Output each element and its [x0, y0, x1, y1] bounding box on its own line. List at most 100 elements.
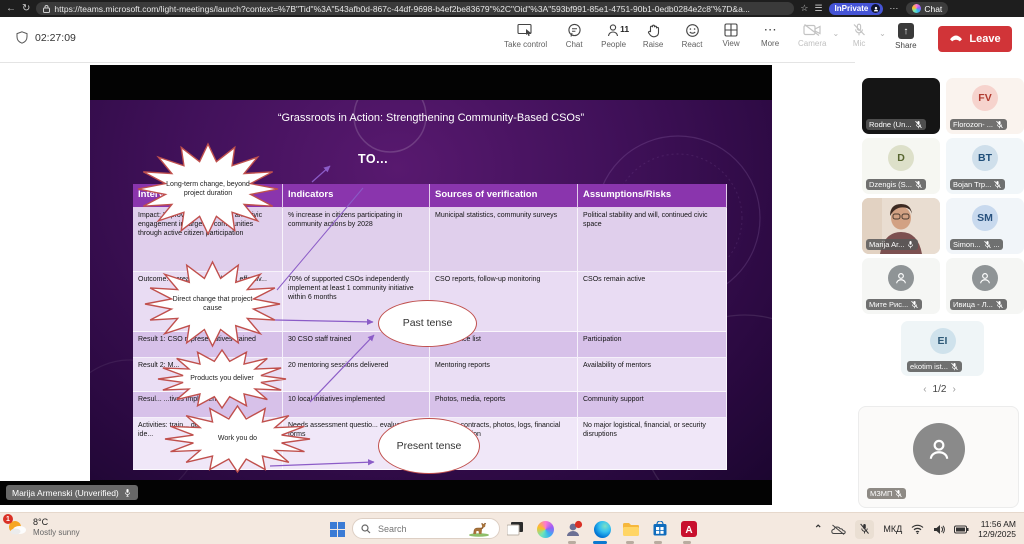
edge-icon[interactable]: [591, 518, 613, 540]
svg-text:A: A: [685, 525, 692, 536]
mic-on-icon: [123, 488, 132, 497]
leave-button[interactable]: Leave: [938, 26, 1012, 52]
callout-starburst: Products you deliver: [158, 350, 286, 408]
raise-hand-icon: [647, 23, 660, 38]
avatar: BT: [972, 145, 998, 171]
copilot-icon: [912, 4, 921, 13]
participant-tile[interactable]: BT Bojan Trp...: [946, 138, 1024, 194]
wifi-icon[interactable]: [911, 524, 924, 534]
shield-icon: [16, 31, 28, 44]
take-control-button[interactable]: Take control: [504, 23, 547, 49]
person-avatar-icon: [972, 265, 998, 291]
camera-options-chevron-icon[interactable]: ⌄: [832, 29, 839, 38]
take-control-icon: [517, 23, 534, 38]
callout-oval-present-tense: Present tense: [378, 418, 480, 474]
page-prev-icon[interactable]: ‹: [917, 384, 932, 395]
windows-taskbar: 1 8°C Mostly sunny A ⌃: [0, 512, 1024, 544]
mic-off-icon: [852, 23, 866, 37]
battery-icon[interactable]: [954, 525, 969, 534]
file-explorer-icon[interactable]: [620, 518, 642, 540]
favorite-star-icon[interactable]: ☆: [800, 3, 808, 14]
raise-hand-button[interactable]: Raise: [641, 23, 665, 49]
start-button[interactable]: [326, 518, 348, 540]
back-icon[interactable]: ←: [6, 0, 16, 17]
avatar: FV: [972, 85, 998, 111]
tray-mic-muted-icon[interactable]: [855, 520, 874, 539]
person-avatar-icon: [888, 265, 914, 291]
chat-button[interactable]: Chat: [562, 23, 586, 49]
profile-avatar-icon: [871, 4, 880, 13]
onedrive-paused-icon[interactable]: [831, 524, 846, 535]
active-app-indicator: [593, 541, 607, 544]
refresh-icon[interactable]: ↻: [22, 0, 30, 17]
search-input[interactable]: [376, 523, 460, 535]
mic-off-icon: [910, 300, 919, 309]
participant-tile[interactable]: D Dzengis (S...: [862, 138, 940, 194]
app-running-indicator: [654, 541, 662, 544]
address-bar[interactable]: https://teams.microsoft.com/light-meetin…: [36, 2, 794, 15]
copilot-icon[interactable]: [534, 518, 556, 540]
react-button[interactable]: React: [680, 23, 704, 49]
share-icon: ↑: [898, 23, 914, 39]
acrobat-icon[interactable]: A: [678, 518, 700, 540]
participant-tile[interactable]: Ивица - Л...: [946, 258, 1024, 314]
inprivate-badge[interactable]: InPrivate: [829, 3, 884, 15]
mic-off-icon: [983, 240, 992, 249]
microsoft-store-icon[interactable]: [649, 518, 671, 540]
mic-off-icon: [914, 120, 923, 129]
people-icon: [607, 23, 621, 38]
participant-tile-video[interactable]: Marija Ar...: [862, 198, 940, 254]
chat-icon: [567, 23, 582, 38]
tile-more-options-icon[interactable]: ...: [994, 240, 1000, 249]
browser-menu-icon[interactable]: ⋯: [889, 3, 898, 14]
react-smiley-icon: [685, 23, 700, 38]
participant-tile[interactable]: Мите Рис...: [862, 258, 940, 314]
mic-button[interactable]: Mic: [845, 23, 873, 48]
mic-off-icon: [894, 489, 903, 498]
camera-button[interactable]: Camera: [798, 23, 826, 48]
mic-options-chevron-icon[interactable]: ⌄: [879, 29, 886, 38]
spotlight-participant-tile[interactable]: МЗМП: [858, 406, 1019, 508]
tray-clock[interactable]: 11:56 AM 12/9/2025: [978, 519, 1016, 539]
weather-description: Mostly sunny: [33, 528, 80, 537]
tray-expand-chevron-icon[interactable]: ⌃: [814, 524, 822, 535]
share-button[interactable]: ↑ Share: [892, 23, 920, 50]
weather-icon: 1: [6, 516, 28, 538]
mic-off-icon: [993, 180, 1002, 189]
teams-icon[interactable]: [563, 518, 585, 540]
app-running-indicator: [626, 541, 634, 544]
mic-off-icon: [950, 362, 959, 371]
mic-off-icon: [995, 300, 1004, 309]
mic-off-icon: [995, 120, 1004, 129]
weather-widget[interactable]: 1 8°C Mostly sunny: [6, 516, 80, 538]
search-highlight-deer-icon: [467, 521, 491, 537]
taskbar-search[interactable]: [352, 518, 500, 539]
participant-tile[interactable]: SM Simon... ...: [946, 198, 1024, 254]
callout-oval-past-tense: Past tense: [378, 300, 477, 347]
page-next-icon[interactable]: ›: [946, 384, 961, 395]
task-view-icon[interactable]: [504, 518, 526, 540]
more-ellipsis-icon: ⋯: [764, 23, 777, 37]
tray-language-indicator[interactable]: МКД: [883, 524, 902, 534]
app-running-indicator: [568, 541, 576, 544]
view-grid-icon: [724, 23, 738, 37]
favorites-list-icon[interactable]: ☰: [814, 3, 822, 14]
view-button[interactable]: View: [719, 23, 743, 49]
speaker-icon[interactable]: [933, 524, 945, 535]
person-avatar-icon: [913, 423, 965, 475]
avatar: SM: [972, 205, 998, 231]
notification-badge: 1: [3, 514, 13, 524]
search-icon: [361, 524, 371, 534]
more-button[interactable]: ⋯ More: [758, 23, 782, 49]
participant-tile[interactable]: FV Florozon- ...: [946, 78, 1024, 134]
copilot-chat-button[interactable]: Chat: [906, 2, 948, 15]
people-count-badge: 11: [620, 24, 629, 34]
avatar: EI: [930, 328, 956, 354]
hangup-icon: [949, 35, 963, 43]
tray-time: 11:56 AM: [981, 519, 1016, 529]
people-button[interactable]: 11 People: [601, 23, 626, 49]
callout-starburst: Direct change that project cause: [145, 262, 280, 346]
participant-tile[interactable]: Rodne (Un...: [862, 78, 940, 134]
participants-sidebar: Rodne (Un... FV Florozon- ... D Dzengis …: [855, 62, 1024, 512]
participant-tile[interactable]: EI ekotim ist...: [901, 321, 984, 376]
